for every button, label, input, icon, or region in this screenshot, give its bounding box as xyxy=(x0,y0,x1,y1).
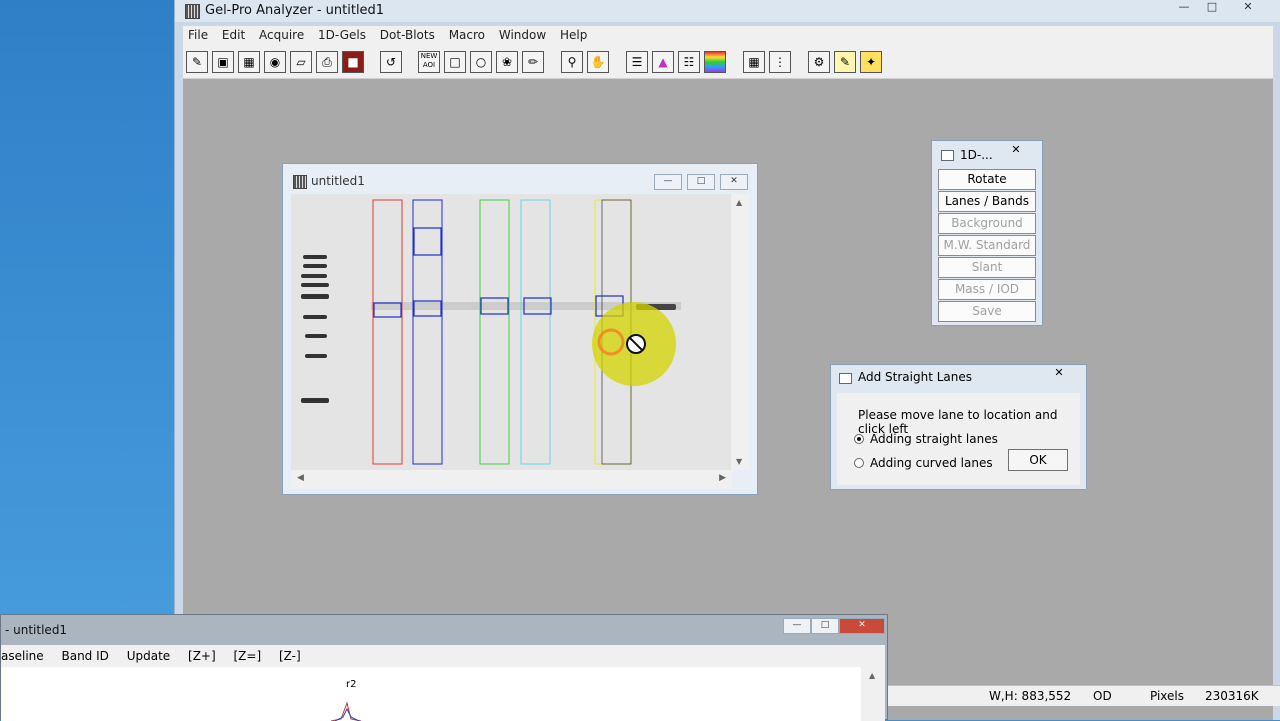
rectangle-icon[interactable]: □ xyxy=(444,51,466,73)
status-bar: W,H: 883,552 OD Pixels 230316K xyxy=(888,685,1280,706)
dialog-title: Add Straight Lanes xyxy=(858,370,973,384)
peak-trace xyxy=(331,701,362,721)
menu-zoom-in[interactable]: [Z+] xyxy=(181,645,223,667)
freehand-icon[interactable]: ❀ xyxy=(496,51,518,73)
straight-lanes-radio[interactable] xyxy=(854,434,864,444)
menu-acquire[interactable]: Acquire xyxy=(254,26,309,45)
app-title-bar: Gel-Pro Analyzer - untitled1 — □ ✕ xyxy=(175,0,1280,22)
lanes-bands-button[interactable]: Lanes / Bands xyxy=(938,191,1036,212)
maximize-button[interactable]: □ xyxy=(1199,0,1225,16)
image-close-button[interactable]: ✕ xyxy=(720,174,748,190)
peak-icon[interactable]: ▲ xyxy=(652,51,674,73)
panel-icon xyxy=(941,150,954,161)
mw-standard-button[interactable]: M.W. Standard xyxy=(938,235,1036,256)
image-window-icon xyxy=(293,175,307,189)
image-horizontal-scrollbar[interactable]: ◀ ▶ xyxy=(291,470,732,488)
wand-icon[interactable]: ✦ xyxy=(860,51,882,73)
menu-update[interactable]: Update xyxy=(120,645,177,667)
pencil-icon[interactable]: ✏ xyxy=(522,51,544,73)
save-button[interactable]: Save xyxy=(938,301,1036,322)
menu-window[interactable]: Window xyxy=(494,26,551,45)
hand-icon[interactable]: ✋ xyxy=(587,51,609,73)
gel-image[interactable] xyxy=(291,194,731,470)
menu-zoom-reset[interactable]: [Z=] xyxy=(226,645,268,667)
menu-dot-blots[interactable]: Dot-Blots xyxy=(375,26,440,45)
image-minimize-button[interactable]: — xyxy=(654,174,682,190)
new-aoi-icon[interactable]: NEW AOI xyxy=(418,51,440,73)
dots-icon[interactable]: ⋮ xyxy=(769,51,791,73)
ellipse-icon[interactable]: ○ xyxy=(470,51,492,73)
profile-close-button[interactable]: ✕ xyxy=(839,618,885,634)
dialog-icon xyxy=(839,373,852,384)
profile-maximize-button[interactable]: □ xyxy=(811,618,839,634)
background-button[interactable]: Background xyxy=(938,213,1036,234)
curved-lanes-radio[interactable] xyxy=(854,458,864,468)
profile-scroll-up-icon[interactable]: ▲ xyxy=(869,671,875,680)
scroll-left-icon[interactable]: ◀ xyxy=(297,473,304,483)
menu-edit[interactable]: Edit xyxy=(217,26,250,45)
status-memory: 230316K xyxy=(1205,689,1259,703)
gel-canvas xyxy=(291,194,731,470)
grid-icon[interactable]: ▦ xyxy=(238,51,260,73)
menu-help[interactable]: Help xyxy=(555,26,592,45)
book-icon[interactable]: ■ xyxy=(342,51,364,73)
scroll-down-icon[interactable]: ▼ xyxy=(736,457,742,466)
menu-macro[interactable]: Macro xyxy=(444,26,490,45)
straight-lanes-label[interactable]: Adding straight lanes xyxy=(870,432,998,446)
camera-icon[interactable]: ◉ xyxy=(264,51,286,73)
minimize-button[interactable]: — xyxy=(1171,0,1197,16)
ok-button[interactable]: OK xyxy=(1008,449,1068,471)
status-dimensions: W,H: 883,552 xyxy=(989,689,1072,703)
mass-iod-button[interactable]: Mass / IOD xyxy=(938,279,1036,300)
menu-band-id[interactable]: Band ID xyxy=(54,645,115,667)
image-maximize-button[interactable]: □ xyxy=(687,174,715,190)
peak-label: r2 xyxy=(346,679,357,690)
lane-tool-icon[interactable]: ☰ xyxy=(626,51,648,73)
app-title: Gel-Pro Analyzer - untitled1 xyxy=(205,3,385,18)
profile-window-title: - untitled1 xyxy=(5,623,68,637)
menu-baseline[interactable]: aseline xyxy=(1,645,51,667)
panel-close-button[interactable]: ✕ xyxy=(1002,143,1030,159)
undo-icon[interactable]: ↺ xyxy=(380,51,402,73)
dialog-body: Please move lane to location and click l… xyxy=(837,393,1080,485)
bands-icon[interactable]: ☷ xyxy=(678,51,700,73)
profile-window: - untitled1 — □ ✕ aseline Band ID Update… xyxy=(0,614,888,721)
app-icon xyxy=(185,4,200,19)
scroll-right-icon[interactable]: ▶ xyxy=(719,473,726,483)
menu-bar: File Edit Acquire 1D-Gels Dot-Blots Macr… xyxy=(183,26,1273,46)
panel-1d-gels: 1D-... ✕ Rotate Lanes / Bands Background… xyxy=(931,140,1043,326)
panel-1d-title: 1D-... xyxy=(960,148,993,162)
menu-1d-gels[interactable]: 1D-Gels xyxy=(313,26,371,45)
print-icon[interactable]: ⎙ xyxy=(316,51,338,73)
settings-icon[interactable]: ⚙ xyxy=(808,51,830,73)
profile-minimize-button[interactable]: — xyxy=(783,618,811,634)
image-vertical-scrollbar[interactable]: ▲ ▼ xyxy=(732,194,750,470)
no-drop-cursor-icon xyxy=(626,334,646,354)
color-palette-icon[interactable] xyxy=(704,51,726,73)
scroll-up-icon[interactable]: ▲ xyxy=(736,198,742,207)
profile-scrollbar[interactable]: ▲ xyxy=(861,667,885,721)
dialog-close-button[interactable]: ✕ xyxy=(1045,366,1073,382)
eraser-icon[interactable]: ▱ xyxy=(290,51,312,73)
status-mode: OD xyxy=(1093,689,1112,703)
toolbar: ✎ ▣ ▦ ◉ ▱ ⎙ ■ ↺ NEW AOI □ ○ ❀ ✏ ⚲ ✋ ☰ ▲ … xyxy=(183,46,1273,79)
zoom-icon[interactable]: ⚲ xyxy=(561,51,583,73)
open-icon[interactable]: ✎ xyxy=(186,51,208,73)
curved-lanes-label[interactable]: Adding curved lanes xyxy=(870,456,993,470)
profile-menu-bar: aseline Band ID Update [Z+] [Z=] [Z-] xyxy=(1,645,885,667)
rotate-button[interactable]: Rotate xyxy=(938,169,1036,190)
add-straight-lanes-dialog: Add Straight Lanes ✕ Please move lane to… xyxy=(830,364,1087,490)
menu-zoom-out[interactable]: [Z-] xyxy=(272,645,308,667)
image-window-title: untitled1 xyxy=(311,174,365,188)
script-icon[interactable]: ✎ xyxy=(834,51,856,73)
profile-plot[interactable]: r2 xyxy=(1,667,861,721)
save-icon[interactable]: ▣ xyxy=(212,51,234,73)
status-units: Pixels xyxy=(1150,689,1185,703)
menu-file[interactable]: File xyxy=(183,26,213,45)
close-button[interactable]: ✕ xyxy=(1235,0,1261,16)
grid-view-icon[interactable]: ▦ xyxy=(743,51,765,73)
slant-button[interactable]: Slant xyxy=(938,257,1036,278)
